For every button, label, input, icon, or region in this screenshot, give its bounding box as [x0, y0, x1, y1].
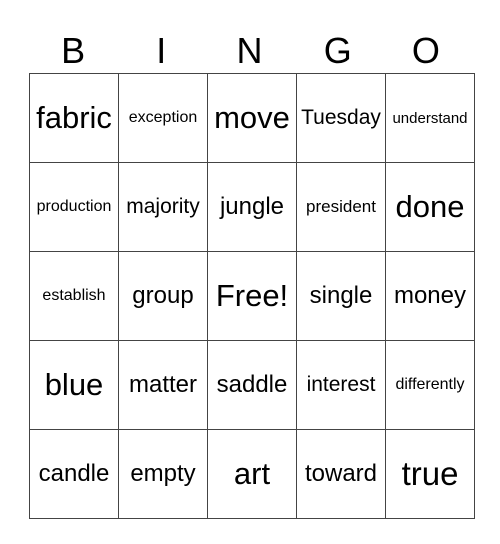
card-cell: exception	[118, 73, 208, 163]
card-row: fabric exception move Tuesday understand	[29, 73, 475, 163]
card-cell: president	[296, 162, 386, 252]
card-cell: matter	[118, 340, 208, 430]
bingo-header: B I N G O	[29, 28, 470, 73]
header-letter-i: I	[156, 30, 167, 71]
card-cell: understand	[385, 73, 475, 163]
card-cell: establish	[29, 251, 119, 341]
card-cell: art	[207, 429, 297, 519]
card-row: establish group Free! single money	[29, 251, 475, 341]
card-cell: move	[207, 73, 297, 163]
card-cell: blue	[29, 340, 119, 430]
card-cell: differently	[385, 340, 475, 430]
card-cell: empty	[118, 429, 208, 519]
free-space-cell: Free!	[207, 251, 297, 341]
card-row: blue matter saddle interest differently	[29, 340, 475, 430]
card-cell: jungle	[207, 162, 297, 252]
card-row: candle empty art toward true	[29, 429, 475, 519]
bingo-card: fabric exception move Tuesday understand…	[29, 73, 475, 519]
card-cell: done	[385, 162, 475, 252]
card-cell: majority	[118, 162, 208, 252]
card-cell: true	[385, 429, 475, 519]
card-cell: production	[29, 162, 119, 252]
card-cell: saddle	[207, 340, 297, 430]
header-letter-n: N	[236, 30, 263, 71]
card-cell: fabric	[29, 73, 119, 163]
header-letter-o: O	[411, 30, 440, 71]
header-letter-b: B	[61, 30, 86, 71]
card-cell: group	[118, 251, 208, 341]
card-cell: Tuesday	[296, 73, 386, 163]
card-cell: candle	[29, 429, 119, 519]
card-row: production majority jungle president don…	[29, 162, 475, 252]
card-cell: single	[296, 251, 386, 341]
header-letter-g: G	[323, 30, 352, 71]
card-cell: interest	[296, 340, 386, 430]
card-cell: toward	[296, 429, 386, 519]
card-cell: money	[385, 251, 475, 341]
